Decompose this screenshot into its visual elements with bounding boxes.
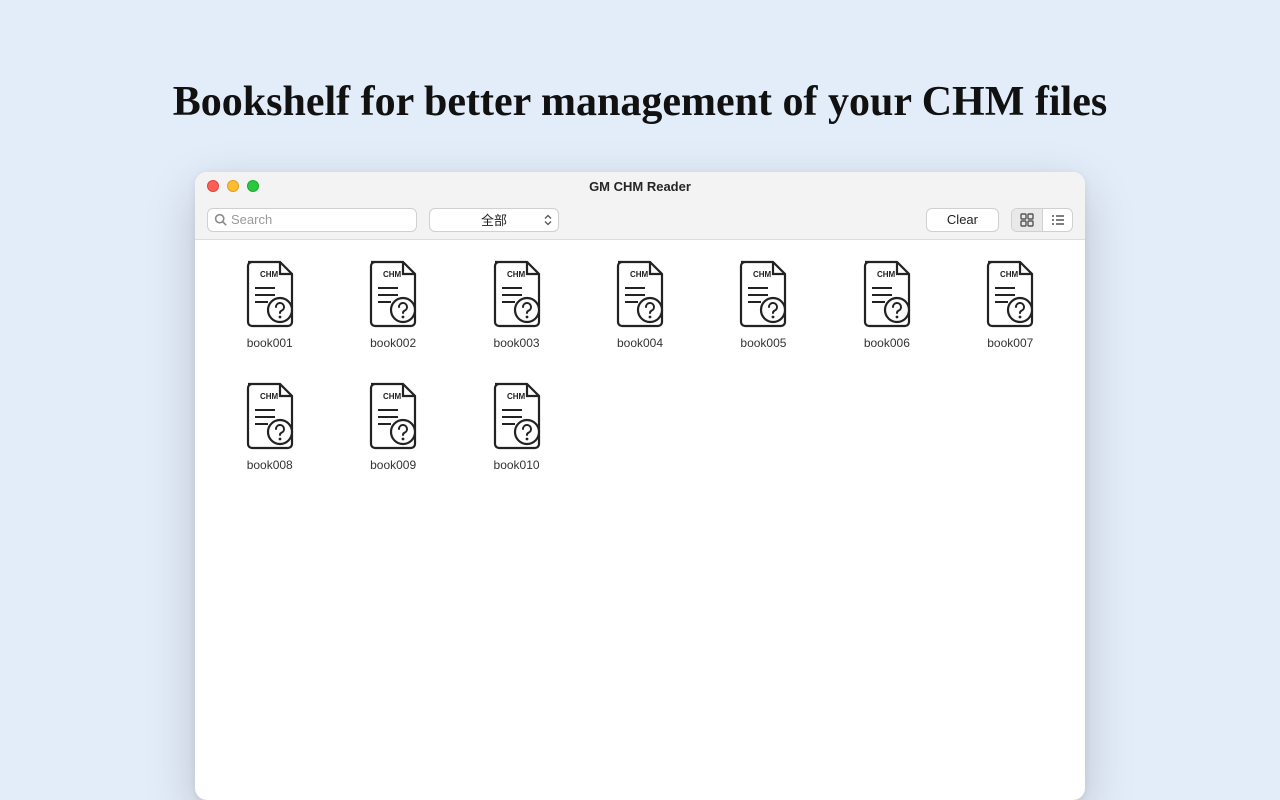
book-item[interactable]: CHM book001 bbox=[219, 260, 320, 350]
book-label: book004 bbox=[617, 336, 663, 350]
chm-file-icon: CHM bbox=[242, 260, 298, 328]
search-input[interactable] bbox=[231, 212, 410, 227]
traffic-lights bbox=[207, 180, 259, 192]
svg-text:CHM: CHM bbox=[383, 392, 402, 401]
search-icon bbox=[214, 213, 227, 226]
view-mode-segment bbox=[1011, 208, 1073, 232]
filter-popup[interactable]: 全部 bbox=[429, 208, 559, 232]
book-item[interactable]: CHM book008 bbox=[219, 382, 320, 472]
grid-view-button[interactable] bbox=[1012, 209, 1042, 231]
svg-text:CHM: CHM bbox=[383, 270, 402, 279]
book-label: book009 bbox=[370, 458, 416, 472]
svg-text:CHM: CHM bbox=[507, 270, 526, 279]
chm-file-icon: CHM bbox=[612, 260, 668, 328]
clear-label: Clear bbox=[947, 212, 978, 227]
svg-text:CHM: CHM bbox=[1000, 270, 1019, 279]
book-label: book006 bbox=[864, 336, 910, 350]
app-window: GM CHM Reader 全部 Clear bbox=[195, 172, 1085, 800]
grid-icon bbox=[1020, 213, 1034, 227]
search-field[interactable] bbox=[207, 208, 417, 232]
bookshelf-grid: CHM book001 CHM book002 CHM book003 CHM bbox=[195, 240, 1085, 492]
book-label: book010 bbox=[494, 458, 540, 472]
book-label: book003 bbox=[494, 336, 540, 350]
book-item[interactable]: CHM book010 bbox=[466, 382, 567, 472]
titlebar: GM CHM Reader bbox=[195, 172, 1085, 200]
book-item[interactable]: CHM book002 bbox=[342, 260, 443, 350]
book-label: book007 bbox=[987, 336, 1033, 350]
clear-button[interactable]: Clear bbox=[926, 208, 999, 232]
svg-text:CHM: CHM bbox=[877, 270, 896, 279]
toolbar: 全部 Clear bbox=[195, 200, 1085, 240]
chm-file-icon: CHM bbox=[982, 260, 1038, 328]
chevron-updown-icon bbox=[544, 214, 552, 225]
chm-file-icon: CHM bbox=[365, 260, 421, 328]
window-title: GM CHM Reader bbox=[195, 179, 1085, 194]
svg-text:CHM: CHM bbox=[260, 392, 279, 401]
book-item[interactable]: CHM book005 bbox=[713, 260, 814, 350]
chm-file-icon: CHM bbox=[489, 260, 545, 328]
svg-text:CHM: CHM bbox=[507, 392, 526, 401]
book-item[interactable]: CHM book009 bbox=[342, 382, 443, 472]
book-label: book002 bbox=[370, 336, 416, 350]
svg-text:CHM: CHM bbox=[260, 270, 279, 279]
chm-file-icon: CHM bbox=[242, 382, 298, 450]
minimize-button[interactable] bbox=[227, 180, 239, 192]
list-icon bbox=[1051, 213, 1065, 227]
book-label: book001 bbox=[247, 336, 293, 350]
chm-file-icon: CHM bbox=[859, 260, 915, 328]
book-label: book008 bbox=[247, 458, 293, 472]
list-view-button[interactable] bbox=[1042, 209, 1072, 231]
book-item[interactable]: CHM book004 bbox=[589, 260, 690, 350]
svg-text:CHM: CHM bbox=[753, 270, 772, 279]
book-item[interactable]: CHM book007 bbox=[960, 260, 1061, 350]
svg-text:CHM: CHM bbox=[630, 270, 649, 279]
page-headline: Bookshelf for better management of your … bbox=[0, 0, 1280, 126]
close-button[interactable] bbox=[207, 180, 219, 192]
chm-file-icon: CHM bbox=[489, 382, 545, 450]
book-item[interactable]: CHM book003 bbox=[466, 260, 567, 350]
chm-file-icon: CHM bbox=[735, 260, 791, 328]
zoom-button[interactable] bbox=[247, 180, 259, 192]
filter-label: 全部 bbox=[481, 210, 507, 229]
book-item[interactable]: CHM book006 bbox=[836, 260, 937, 350]
chm-file-icon: CHM bbox=[365, 382, 421, 450]
book-label: book005 bbox=[740, 336, 786, 350]
